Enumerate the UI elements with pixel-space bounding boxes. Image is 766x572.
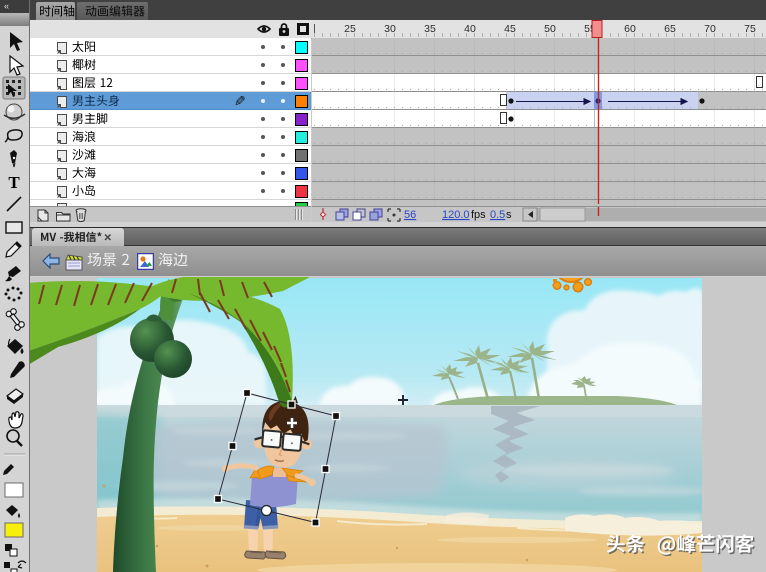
svg-text:120.0: 120.0 [442,209,470,221]
svg-text:T: T [8,173,20,192]
svg-text:fps: fps [471,209,486,221]
svg-text:56: 56 [404,209,416,221]
svg-text:s: s [506,209,512,221]
svg-text:0.5: 0.5 [490,209,505,221]
